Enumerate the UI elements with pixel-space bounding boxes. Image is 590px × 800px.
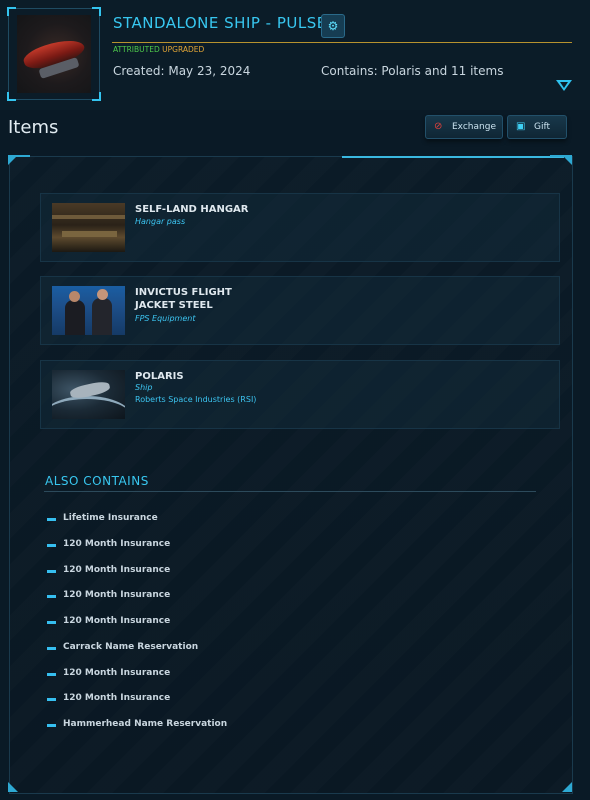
dash-bullet-icon (47, 698, 56, 701)
exchange-button[interactable]: ⊘ Exchange (425, 115, 503, 139)
list-item-label: 120 Month Insurance (63, 565, 171, 575)
item-type: FPS Equipment (135, 314, 196, 323)
list-item-label: 120 Month Insurance (63, 539, 171, 549)
frame-corner (92, 7, 101, 16)
list-item-label: Carrack Name Reservation (63, 642, 199, 652)
panel-corner (8, 782, 18, 792)
frame-corner (92, 92, 101, 101)
dash-bullet-icon (47, 724, 56, 727)
also-contains-divider (44, 491, 536, 492)
item-card-jacket[interactable]: INVICTUS FLIGHT JACKET STEEL FPS Equipme… (40, 276, 560, 345)
list-item-label: 120 Month Insurance (63, 616, 171, 626)
item-name: INVICTUS FLIGHT JACKET STEEL (135, 287, 232, 311)
pledge-header: STANDALONE SHIP - PULSE ⚙ ATTRIBUTED UPG… (0, 0, 590, 110)
planet-arc (52, 396, 125, 419)
badge-attributed: ATTRIBUTED (113, 45, 160, 54)
title-divider (112, 42, 572, 43)
triangle-down-icon[interactable] (556, 80, 572, 91)
list-item-label: 120 Month Insurance (63, 590, 171, 600)
dash-bullet-icon (47, 647, 56, 650)
frame-corner (7, 7, 16, 16)
badge-upgraded: UPGRADED (162, 45, 205, 54)
item-card-polaris[interactable]: POLARIS Ship Roberts Space Industries (R… (40, 360, 560, 429)
frame-corner (7, 92, 16, 101)
pledge-badges: ATTRIBUTED UPGRADED (113, 45, 204, 54)
no-entry-icon: ⊘ (434, 121, 443, 132)
dash-bullet-icon (47, 544, 56, 547)
pledge-title: STANDALONE SHIP - PULSE (113, 14, 327, 32)
list-item-label: Lifetime Insurance (63, 513, 158, 523)
hangar-beam (62, 231, 117, 237)
item-type: Hangar pass (135, 217, 186, 226)
dash-bullet-icon (47, 621, 56, 624)
person-figure (92, 298, 112, 335)
item-name: SELF-LAND HANGAR (135, 204, 249, 215)
contains-summary: Contains: Polaris and 11 items (321, 64, 504, 78)
gift-button[interactable]: ▣ Gift (507, 115, 567, 139)
hangar-beam (52, 215, 125, 219)
panel-accent-line (342, 156, 564, 158)
list-item-label: 120 Month Insurance (63, 693, 171, 703)
chip-icon[interactable]: ⚙ (321, 14, 345, 38)
exchange-label: Exchange (452, 122, 496, 132)
items-heading: Items (8, 117, 59, 138)
pledge-thumbnail (7, 7, 101, 101)
person-head (97, 289, 108, 300)
list-item-label: 120 Month Insurance (63, 668, 171, 678)
person-figure (65, 300, 85, 335)
person-head (69, 291, 80, 302)
item-manufacturer: Roberts Space Industries (RSI) (135, 395, 257, 404)
dash-bullet-icon (47, 570, 56, 573)
jacket-image (52, 286, 125, 335)
dash-bullet-icon (47, 595, 56, 598)
ship-image (17, 15, 91, 93)
dash-bullet-icon (47, 673, 56, 676)
panel-corner-line (550, 155, 572, 157)
item-name: POLARIS (135, 371, 184, 382)
dash-bullet-icon (47, 518, 56, 521)
also-contains-heading: ALSO CONTAINS (45, 474, 149, 488)
panel-corner-line (8, 155, 30, 157)
gift-label: Gift (534, 122, 551, 132)
panel-corner (562, 782, 572, 792)
hangar-image (52, 203, 125, 252)
gift-icon: ▣ (516, 121, 526, 132)
created-date: Created: May 23, 2024 (113, 64, 251, 78)
item-card-hangar[interactable]: SELF-LAND HANGAR Hangar pass (40, 193, 560, 262)
list-item-label: Hammerhead Name Reservation (63, 719, 228, 729)
polaris-image (52, 370, 125, 419)
item-type: Ship (135, 383, 153, 392)
